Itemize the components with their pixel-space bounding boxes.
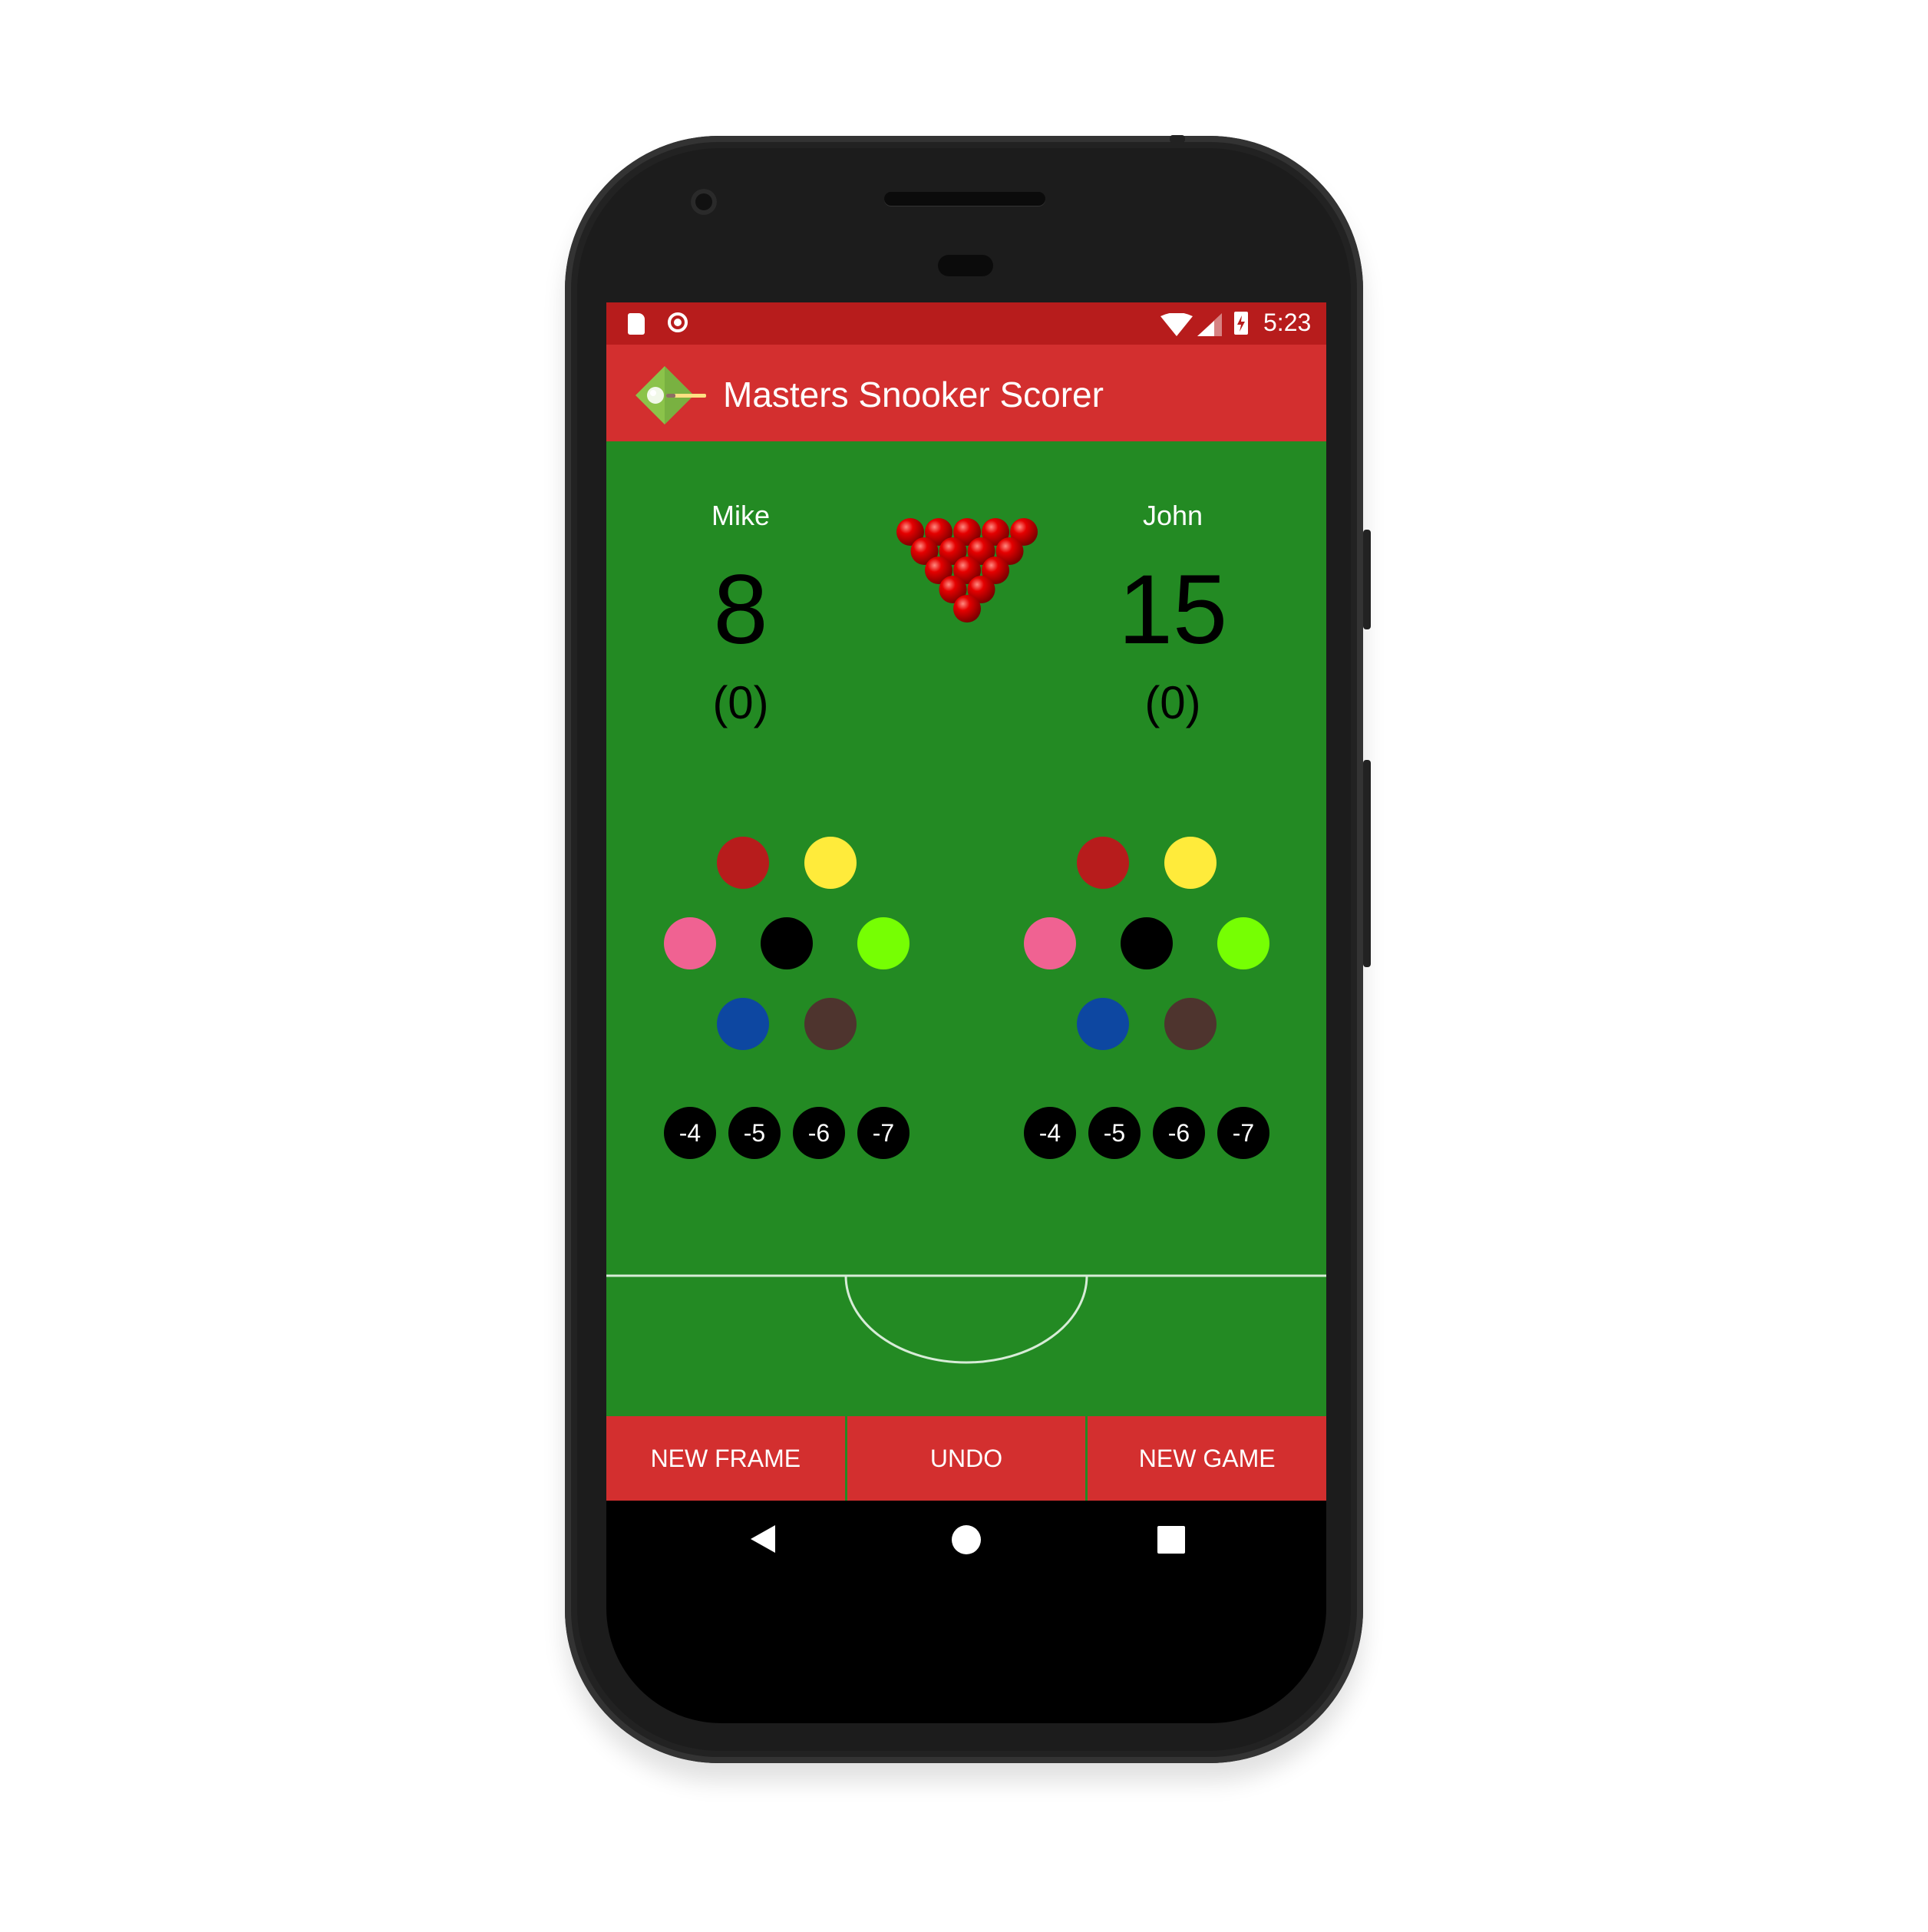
screen: 5:23 Masters Snooker Scorer Mike 8 (0) J…: [606, 302, 1326, 1578]
status-time: 5:23: [1263, 309, 1312, 336]
snooker-logo-icon: [636, 366, 706, 424]
baulk-line-d: [606, 1274, 1326, 1364]
back-icon[interactable]: [749, 1524, 777, 1554]
signal-icon: [1197, 313, 1222, 336]
charging-bolt-icon: [1237, 315, 1245, 332]
record-icon: [668, 312, 688, 332]
proximity-sensor: [938, 255, 993, 276]
new-game-button[interactable]: NEW GAME: [1088, 1416, 1326, 1501]
app-bar: Masters Snooker Scorer: [606, 345, 1326, 441]
snooker-table: Mike 8 (0) John 15 (0) -4 -5 -6 -7 -4 -5…: [606, 441, 1326, 1416]
new-frame-button[interactable]: NEW FRAME: [606, 1416, 845, 1501]
app-title: Masters Snooker Scorer: [723, 375, 1104, 414]
front-camera: [691, 189, 717, 215]
status-bar: 5:23: [606, 302, 1326, 345]
battery-charging-icon: [1234, 312, 1248, 335]
navigation-bar: [606, 1501, 1326, 1578]
earpiece-speaker: [884, 192, 1045, 206]
top-notch: [1170, 135, 1185, 143]
volume-button: [1363, 760, 1371, 967]
undo-button[interactable]: UNDO: [847, 1416, 1086, 1501]
power-button: [1363, 530, 1371, 629]
sd-card-icon: [628, 313, 645, 335]
recents-icon[interactable]: [1157, 1526, 1185, 1554]
phone-chin: [606, 1577, 1326, 1723]
home-icon[interactable]: [952, 1525, 981, 1554]
wifi-icon: [1160, 313, 1193, 336]
action-bar: NEW FRAME UNDO NEW GAME: [606, 1416, 1326, 1501]
